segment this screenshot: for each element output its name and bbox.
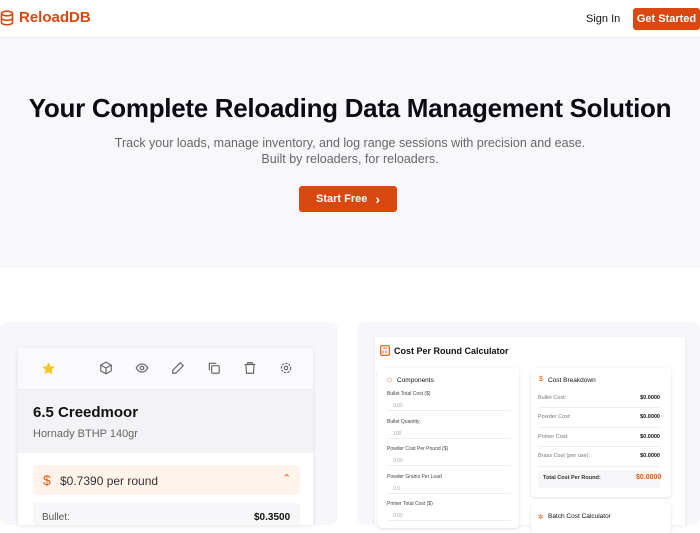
trash-icon[interactable] [243, 361, 257, 375]
breakdown-value: $0.0000 [640, 434, 660, 440]
field-input[interactable] [387, 454, 511, 466]
field-label: Bullet Total Cost ($) [387, 391, 431, 397]
field-input[interactable] [387, 399, 511, 411]
gear-icon[interactable] [279, 361, 293, 375]
field-label: Bullet Quantity [387, 419, 420, 425]
field-label: Powder Cost Per Pound ($) [387, 446, 448, 452]
chevron-right-icon: › [375, 191, 380, 207]
bullet-label: Bullet: [42, 512, 70, 523]
field-input[interactable] [387, 427, 511, 439]
hero-subtitle-2: Built by reloaders, for reloaders. [0, 152, 700, 166]
box-icon[interactable] [99, 361, 113, 375]
database-icon [0, 10, 14, 26]
box-icon: ⬡ [387, 377, 392, 384]
breakdown-label: Primer Cost: [538, 434, 569, 440]
field-value: 0.00 [393, 458, 403, 464]
field-value: 0.00 [393, 403, 403, 409]
star-icon[interactable] [41, 361, 56, 376]
breakdown-title: Cost Breakdown [548, 377, 596, 384]
eye-icon[interactable] [135, 361, 149, 375]
start-free-button[interactable]: Start Free › [299, 186, 397, 212]
hero-subtitle: Track your loads, manage inventory, and … [0, 136, 700, 150]
breakdown-row: Bullet Cost: $0.0000 [538, 388, 660, 408]
field-value: 100 [393, 431, 401, 437]
bullet-value: $0.3500 [254, 512, 290, 523]
breakdown-row: Brass Cost (per use): $0.0000 [538, 447, 660, 467]
total-label: Total Cost Per Round: [543, 475, 601, 481]
load-subtitle: Hornady BTHP 140gr [33, 428, 138, 440]
load-title-section [18, 390, 313, 453]
field-label: Powder Grains Per Load [387, 474, 442, 480]
field-input[interactable] [387, 509, 511, 521]
breakdown-value: $0.0000 [640, 414, 660, 420]
dollar-icon: $ [43, 472, 51, 488]
calculator-icon [380, 345, 390, 356]
copy-icon[interactable] [207, 361, 221, 375]
breakdown-value: $0.0000 [640, 395, 660, 401]
breakdown-label: Brass Cost (per use): [538, 453, 590, 459]
field-value: 0.00 [393, 513, 403, 519]
batch-title: Batch Cost Calculator [548, 513, 611, 520]
get-started-button[interactable]: Get Started [633, 8, 700, 30]
load-title: 6.5 Creedmoor [33, 404, 138, 421]
breakdown-row: Powder Cost: $0.0000 [538, 408, 660, 428]
sign-in-link[interactable]: Sign In [586, 13, 620, 25]
chevron-up-icon[interactable]: ⌃ [282, 472, 291, 485]
field-label: Primer Total Cost ($) [387, 501, 433, 507]
gear-icon: ✲ [538, 513, 543, 521]
logo[interactable]: ReloadDB [0, 9, 91, 26]
breakdown-row: Primer Cost: $0.0000 [538, 427, 660, 447]
hero-title: Your Complete Reloading Data Management … [0, 93, 700, 124]
load-card-toolbar [18, 348, 313, 390]
calculator-title: Cost Per Round Calculator [394, 346, 509, 356]
field-input[interactable] [387, 482, 511, 494]
total-value: $0.0000 [636, 474, 661, 481]
field-value: 0.0 [393, 486, 400, 492]
components-title: Components [397, 377, 434, 384]
cost-per-round: $0.7390 per round [60, 474, 158, 488]
edit-icon[interactable] [171, 361, 185, 375]
breakdown-label: Powder Cost: [538, 414, 571, 420]
dollar-icon: $ [539, 376, 543, 383]
breakdown-label: Bullet Cost: [538, 395, 566, 401]
breakdown-value: $0.0000 [640, 453, 660, 459]
start-free-label: Start Free [316, 193, 367, 205]
brand-name: ReloadDB [19, 9, 91, 26]
